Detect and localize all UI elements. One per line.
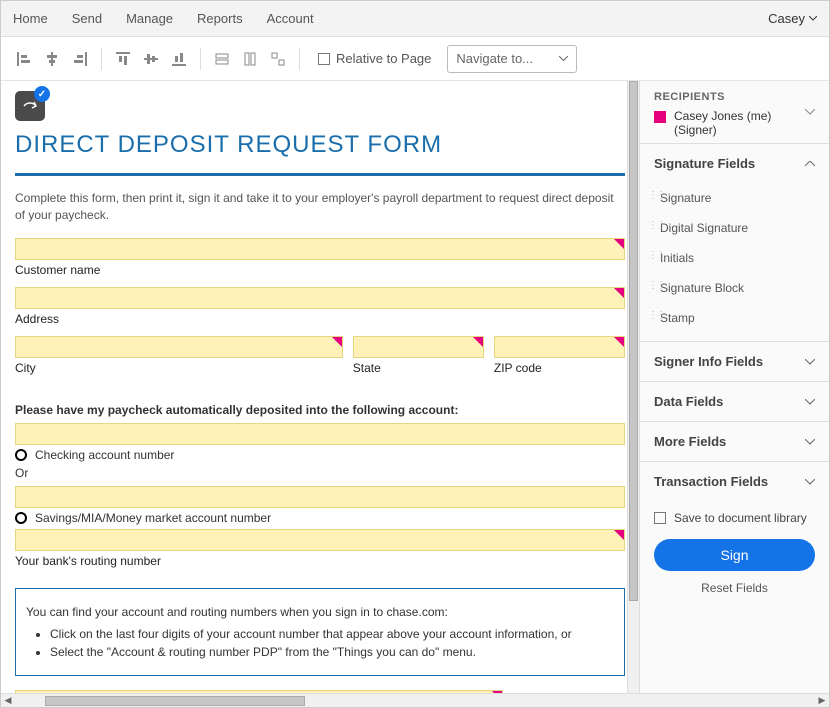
save-to-library-checkbox[interactable]: Save to document library	[640, 501, 829, 535]
align-right-button[interactable]	[69, 48, 91, 70]
menu-manage[interactable]: Manage	[126, 11, 173, 26]
field-stamp[interactable]: Stamp	[646, 303, 823, 333]
chevron-down-icon	[559, 56, 568, 61]
menu-reports[interactable]: Reports	[197, 11, 243, 26]
city-label: City	[15, 361, 343, 375]
data-fields-section[interactable]: Data Fields	[640, 382, 829, 421]
menu-home[interactable]: Home	[13, 11, 48, 26]
chevron-down-icon	[805, 109, 815, 115]
radio-icon	[15, 512, 27, 524]
checkbox-icon	[318, 53, 330, 65]
info-box: You can find your account and routing nu…	[15, 588, 625, 676]
savings-number-field[interactable]	[15, 486, 625, 508]
menu-account[interactable]: Account	[267, 11, 314, 26]
field-signature[interactable]: Signature	[646, 183, 823, 213]
chevron-down-icon	[809, 16, 817, 21]
recipient-row[interactable]: Casey Jones (me) (Signer)	[654, 109, 815, 137]
menu-send[interactable]: Send	[72, 11, 102, 26]
savings-radio[interactable]: Savings/MIA/Money market account number	[15, 511, 625, 525]
page-title: DIRECT DEPOSIT REQUEST FORM	[15, 131, 625, 176]
sign-button[interactable]: Sign	[654, 539, 815, 571]
user-menu[interactable]: Casey	[768, 11, 817, 26]
or-text: Or	[15, 466, 625, 480]
more-fields-section[interactable]: More Fields	[640, 422, 829, 461]
fields-panel: RECIPIENTS Casey Jones (me) (Signer) Sig…	[639, 81, 829, 693]
align-top-button[interactable]	[112, 48, 134, 70]
customer-name-label: Customer name	[15, 263, 625, 277]
address-label: Address	[15, 312, 625, 326]
address-field[interactable]	[15, 287, 625, 309]
color-swatch	[654, 111, 666, 123]
extra-field[interactable]	[15, 690, 503, 693]
top-menubar: Home Send Manage Reports Account Casey	[1, 1, 829, 37]
customer-name-field[interactable]	[15, 238, 625, 260]
form-tool-badge[interactable]: ✓	[15, 91, 45, 121]
align-left-button[interactable]	[13, 48, 35, 70]
state-field[interactable]	[353, 336, 484, 358]
signer-info-section[interactable]: Signer Info Fields	[640, 342, 829, 381]
checking-radio[interactable]: Checking account number	[15, 448, 625, 462]
check-icon: ✓	[34, 86, 50, 102]
routing-label: Your bank's routing number	[15, 554, 625, 568]
chevron-up-icon	[805, 161, 815, 167]
reset-fields-link[interactable]: Reset Fields	[640, 575, 829, 605]
transaction-fields-section[interactable]: Transaction Fields	[640, 462, 829, 501]
signature-fields-section[interactable]: Signature Fields	[640, 144, 829, 183]
deposit-section-heading: Please have my paycheck automatically de…	[15, 403, 625, 417]
zip-field[interactable]	[494, 336, 625, 358]
chevron-down-icon	[805, 479, 815, 485]
horizontal-scrollbar[interactable]: ◀ ▶	[1, 693, 829, 707]
align-middle-button[interactable]	[140, 48, 162, 70]
document-canvas[interactable]: ✓ DIRECT DEPOSIT REQUEST FORM Complete t…	[1, 81, 639, 693]
field-digital-signature[interactable]: Digital Signature	[646, 213, 823, 243]
navigate-to-select[interactable]: Navigate to...	[447, 45, 577, 73]
city-field[interactable]	[15, 336, 343, 358]
match-size-button[interactable]	[267, 48, 289, 70]
vertical-scrollbar[interactable]	[627, 81, 639, 693]
align-bottom-button[interactable]	[168, 48, 190, 70]
state-label: State	[353, 361, 484, 375]
align-center-h-button[interactable]	[41, 48, 63, 70]
match-height-button[interactable]	[239, 48, 261, 70]
chevron-down-icon	[805, 399, 815, 405]
chevron-down-icon	[805, 359, 815, 365]
checkbox-icon	[654, 512, 666, 524]
scroll-left-button[interactable]: ◀	[1, 694, 15, 708]
checking-number-field[interactable]	[15, 423, 625, 445]
match-width-button[interactable]	[211, 48, 233, 70]
scroll-right-button[interactable]: ▶	[815, 694, 829, 708]
radio-icon	[15, 449, 27, 461]
chevron-down-icon	[805, 439, 815, 445]
intro-text: Complete this form, then print it, sign …	[15, 190, 625, 224]
routing-number-field[interactable]	[15, 529, 625, 551]
recipients-heading: RECIPIENTS	[654, 91, 815, 103]
relative-to-page-checkbox[interactable]: Relative to Page	[318, 51, 431, 66]
alignment-toolbar: Relative to Page Navigate to...	[1, 37, 829, 81]
field-signature-block[interactable]: Signature Block	[646, 273, 823, 303]
field-initials[interactable]: Initials	[646, 243, 823, 273]
zip-label: ZIP code	[494, 361, 625, 375]
